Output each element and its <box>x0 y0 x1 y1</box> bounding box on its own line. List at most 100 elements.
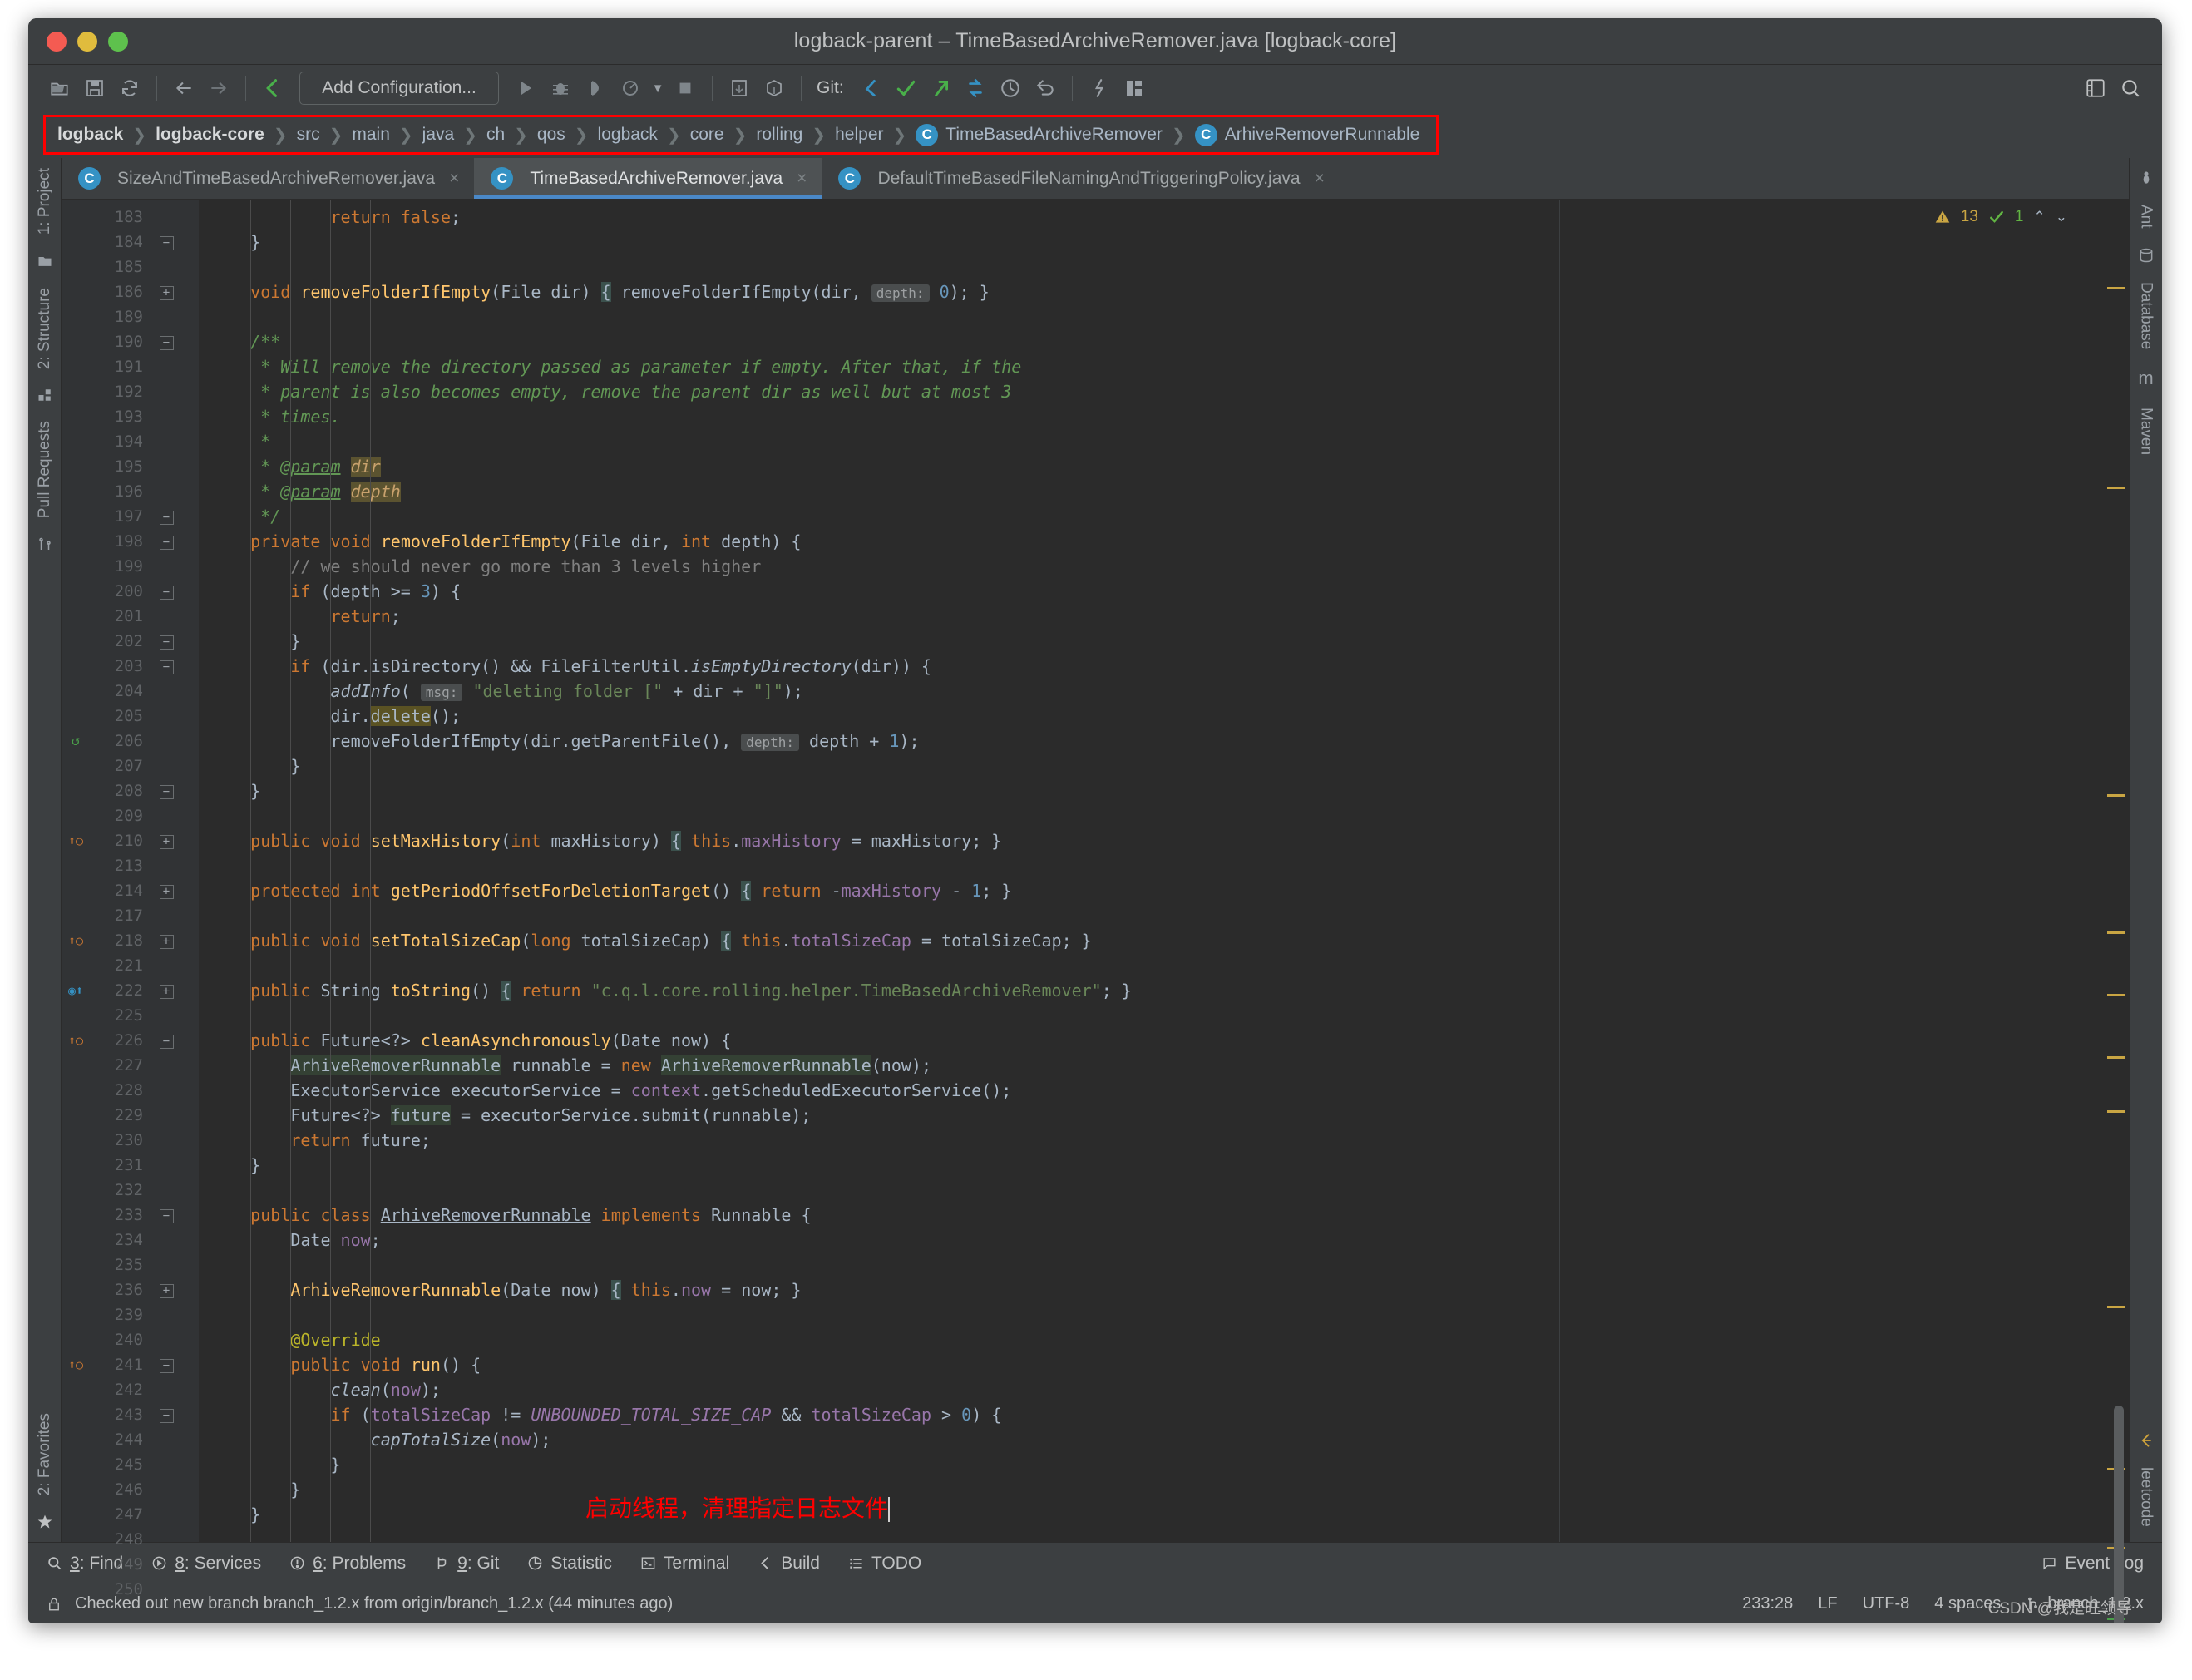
close-window-button[interactable] <box>47 32 67 52</box>
editor-tab[interactable]: CDefaultTimeBasedFileNamingAndTriggering… <box>822 158 1339 199</box>
code-line[interactable]: // we should never go more than 3 levels… <box>199 554 2101 579</box>
sidebar-item-structure[interactable]: 2: Structure <box>36 278 54 379</box>
tool-button-terminal[interactable]: Terminal <box>640 1554 729 1574</box>
breadcrumb-item-main[interactable]: main <box>352 125 390 145</box>
git-push-icon[interactable] <box>924 72 957 105</box>
code-line[interactable]: public void setTotalSizeCap(long totalSi… <box>199 928 2101 953</box>
inspection-summary-widget[interactable]: 13 1 ⌃ ⌄ <box>1934 208 2067 226</box>
sync-icon[interactable] <box>113 72 146 105</box>
fold-collapse-icon[interactable]: − <box>150 504 183 529</box>
code-line[interactable] <box>199 1253 2101 1277</box>
gutter-line[interactable]: 248 <box>62 1527 199 1552</box>
recursion-gutter-icon[interactable]: ↺ <box>62 729 90 754</box>
code-line[interactable]: if (dir.isDirectory() && FileFilterUtil.… <box>199 654 2101 679</box>
gutter-line[interactable]: 191 <box>62 354 199 379</box>
code-line[interactable]: /** <box>199 329 2101 354</box>
fold-collapse-icon[interactable]: − <box>150 1352 183 1377</box>
gutter-line[interactable]: 185 <box>62 254 199 279</box>
gutter-line[interactable]: 249 <box>62 1552 199 1577</box>
gutter-line[interactable]: ⬆○241− <box>62 1352 199 1377</box>
git-update-icon[interactable] <box>959 72 992 105</box>
pull-request-icon[interactable] <box>37 537 52 552</box>
breadcrumb-item-logback[interactable]: logback <box>598 125 658 145</box>
code-line[interactable]: } <box>199 754 2101 778</box>
tool-button-event-log[interactable]: Event Log <box>2041 1554 2144 1574</box>
code-line[interactable]: * @param depth <box>199 479 2101 504</box>
code-line[interactable]: public void setMaxHistory(int maxHistory… <box>199 828 2101 853</box>
gutter-line[interactable]: 200− <box>62 579 199 604</box>
gutter-line[interactable]: 184− <box>62 230 199 254</box>
code-line[interactable] <box>199 1527 2101 1542</box>
breadcrumb-item-rolling[interactable]: rolling <box>756 125 802 145</box>
save-icon[interactable] <box>78 72 111 105</box>
gutter-line[interactable]: ⬆○210+ <box>62 828 199 853</box>
run-coverage-icon[interactable] <box>579 72 612 105</box>
gutter-line[interactable]: ⬆○226− <box>62 1028 199 1053</box>
fold-collapse-icon[interactable]: − <box>150 230 183 254</box>
code-line[interactable] <box>199 853 2101 878</box>
leetcode-icon[interactable] <box>2138 1432 2155 1449</box>
sidebar-item-ant[interactable]: Ant <box>2137 195 2155 239</box>
gutter-line[interactable]: 214+ <box>62 878 199 903</box>
breadcrumb-item-core[interactable]: core <box>690 125 724 145</box>
run-icon[interactable] <box>509 72 542 105</box>
folder-icon[interactable] <box>37 253 53 269</box>
gutter-line[interactable]: 204 <box>62 679 199 704</box>
minimize-window-button[interactable] <box>77 32 97 52</box>
gutter-line[interactable]: 195 <box>62 454 199 479</box>
source-code[interactable]: return false; } void removeFolderIfEmpty… <box>199 200 2101 1542</box>
code-line[interactable]: } <box>199 1477 2101 1502</box>
line-separator[interactable]: LF <box>1818 1594 1837 1613</box>
code-line[interactable]: * times. <box>199 404 2101 429</box>
gutter-line[interactable]: 183 <box>62 205 199 230</box>
gutter-line[interactable]: ↺206 <box>62 729 199 754</box>
gutter-line[interactable]: 205 <box>62 704 199 729</box>
fold-expand-icon[interactable]: + <box>150 978 183 1003</box>
code-line[interactable]: } <box>199 1502 2101 1527</box>
code-line[interactable]: if (depth >= 3) { <box>199 579 2101 604</box>
fold-expand-icon[interactable]: + <box>150 878 183 903</box>
sidebar-item-leetcode[interactable]: leetcode <box>2137 1457 2155 1542</box>
gutter-line[interactable]: 190− <box>62 329 199 354</box>
tool-button-git[interactable]: 9: Git <box>434 1554 499 1574</box>
fold-collapse-icon[interactable]: − <box>150 1402 183 1427</box>
rollback-icon[interactable] <box>1029 72 1062 105</box>
code-line[interactable]: public void run() { <box>199 1352 2101 1377</box>
gutter-line[interactable]: 229 <box>62 1103 199 1128</box>
gutter-line[interactable]: 246 <box>62 1477 199 1502</box>
git-commit-check-icon[interactable] <box>889 72 922 105</box>
code-line[interactable] <box>199 903 2101 928</box>
back-arrow-icon[interactable] <box>167 72 200 105</box>
code-line[interactable]: } <box>199 629 2101 654</box>
editor-tab[interactable]: CTimeBasedArchiveRemover.java× <box>474 158 822 199</box>
code-line[interactable]: public class ArhiveRemoverRunnable imple… <box>199 1203 2101 1228</box>
chevron-down-icon[interactable]: ⌄ <box>2056 209 2067 225</box>
code-line[interactable] <box>199 1003 2101 1028</box>
code-line[interactable]: return future; <box>199 1128 2101 1153</box>
gutter-line[interactable]: 199 <box>62 554 199 579</box>
gutter-line[interactable]: 236+ <box>62 1277 199 1302</box>
open-folder-icon[interactable] <box>43 72 77 105</box>
history-icon[interactable] <box>994 72 1027 105</box>
breadcrumb-item-logback[interactable]: logback <box>57 125 123 145</box>
fold-expand-icon[interactable]: + <box>150 928 183 953</box>
code-line[interactable] <box>199 304 2101 329</box>
gutter-line[interactable]: 242 <box>62 1377 199 1402</box>
code-line[interactable]: private void removeFolderIfEmpty(File di… <box>199 529 2101 554</box>
sidebar-item-project[interactable]: 1: Project <box>36 158 54 245</box>
gutter-line[interactable]: 208− <box>62 778 199 803</box>
gutter-line[interactable]: 239 <box>62 1302 199 1327</box>
gutter-line[interactable]: 202− <box>62 629 199 654</box>
update-project-icon[interactable] <box>723 72 756 105</box>
breadcrumb-item-src[interactable]: src <box>297 125 320 145</box>
window-controls[interactable] <box>47 32 128 52</box>
gutter-line[interactable]: 203− <box>62 654 199 679</box>
database-icon[interactable] <box>2138 247 2155 264</box>
close-icon[interactable]: × <box>797 169 807 189</box>
gutter-line[interactable]: ⬆○218+ <box>62 928 199 953</box>
breadcrumb-item-arhiveremoverrunnable[interactable]: CArhiveRemoverRunnable <box>1195 124 1420 146</box>
gutter-line[interactable]: 209 <box>62 803 199 828</box>
gutter-line[interactable]: 221 <box>62 953 199 978</box>
ant-icon[interactable] <box>2138 170 2155 186</box>
chevron-down-icon[interactable]: ▼ <box>649 72 667 105</box>
